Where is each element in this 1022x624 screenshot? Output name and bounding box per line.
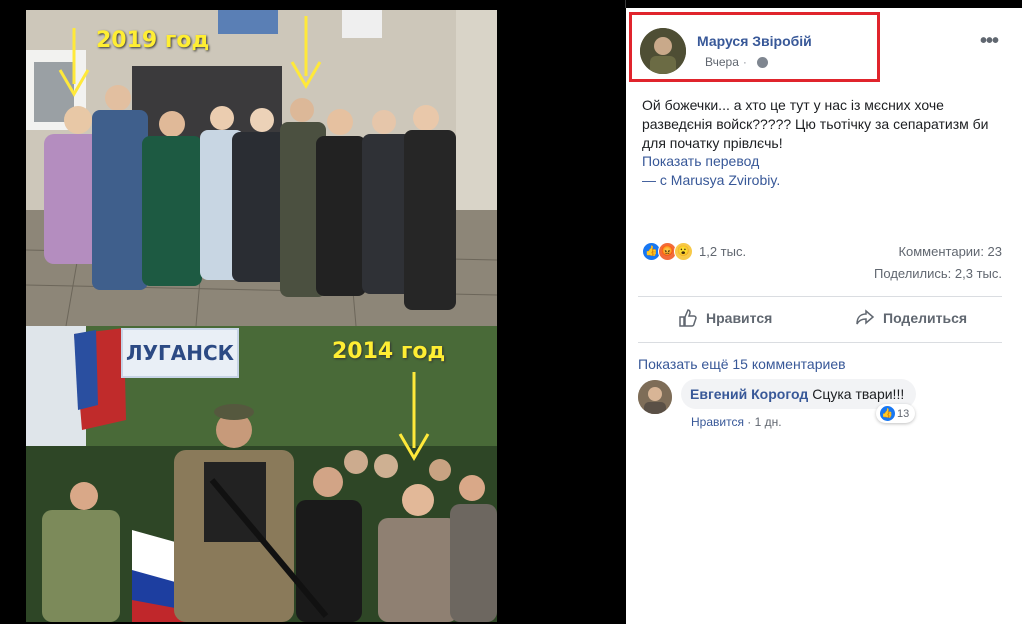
comment-time[interactable]: 1 дн. bbox=[755, 415, 782, 429]
post-photo[interactable]: 2019 год 2014 год ЛУГАНСК bbox=[26, 10, 497, 622]
shares-count[interactable]: Поделились: 2,3 тыс. bbox=[874, 266, 1002, 281]
show-more-comments-link[interactable]: Показать ещё 15 комментариев bbox=[638, 356, 846, 372]
via-author-link[interactable]: Marusya Zvirobiy bbox=[671, 172, 777, 188]
panel-lower bbox=[626, 433, 1022, 624]
comment-reaction-count: 13 bbox=[897, 407, 910, 420]
more-horizontal-icon[interactable]: ••• bbox=[980, 30, 999, 53]
post-time[interactable]: Вчера bbox=[705, 55, 739, 69]
author-avatar[interactable] bbox=[640, 28, 686, 74]
post-text: Ой божечки... а хто це тут у нас із мєсн… bbox=[642, 97, 989, 151]
show-translation-link[interactable]: Показать перевод bbox=[642, 153, 759, 169]
comment-reaction-badge[interactable]: 👍 13 bbox=[876, 404, 916, 423]
comment-actions-separator: · bbox=[747, 415, 755, 429]
comment-author-name[interactable]: Евгений Корогод bbox=[690, 386, 808, 402]
share-button-label: Поделиться bbox=[883, 310, 968, 326]
lugansk-sign: ЛУГАНСК bbox=[121, 328, 239, 378]
reactions-count[interactable]: 1,2 тыс. bbox=[699, 244, 746, 259]
meta-separator: · bbox=[742, 55, 747, 69]
caption-2014: 2014 год bbox=[332, 339, 446, 364]
comment-actions: Нравится · 1 дн. bbox=[691, 415, 782, 429]
comment-like-icon: 👍 bbox=[879, 405, 896, 422]
globe-icon bbox=[756, 56, 768, 68]
via-prefix: — с bbox=[642, 172, 667, 188]
thumbs-up-icon bbox=[679, 309, 697, 327]
author-avatar-image bbox=[640, 28, 686, 74]
comments-count[interactable]: Комментарии: 23 bbox=[898, 244, 1002, 259]
reactions-summary[interactable]: 👍 😡 😮 1,2 тыс. bbox=[642, 242, 746, 261]
like-button-label: Нравится bbox=[706, 310, 773, 326]
divider-bottom bbox=[638, 342, 1002, 343]
post-meta: Вчера · bbox=[705, 55, 768, 69]
comment-author-avatar[interactable] bbox=[638, 380, 672, 414]
via-line: — с Marusya Zvirobiy. bbox=[642, 172, 780, 188]
share-button[interactable]: Поделиться bbox=[855, 308, 967, 328]
comment-text: Сцука твари!!! bbox=[812, 386, 905, 402]
via-suffix: . bbox=[776, 172, 781, 188]
like-button[interactable]: Нравится bbox=[678, 308, 772, 328]
post-author-name[interactable]: Маруся Звіробій bbox=[697, 33, 812, 49]
photo-viewer[interactable]: 2019 год 2014 год ЛУГАНСК bbox=[0, 0, 625, 624]
photo-collage-image bbox=[26, 10, 497, 622]
comment-avatar-image bbox=[638, 380, 672, 414]
divider-top bbox=[638, 296, 1002, 297]
comment-like-link[interactable]: Нравится bbox=[691, 415, 744, 429]
caption-2019: 2019 год bbox=[96, 28, 210, 53]
share-arrow-icon bbox=[856, 309, 875, 325]
wow-icon: 😮 bbox=[674, 242, 693, 261]
